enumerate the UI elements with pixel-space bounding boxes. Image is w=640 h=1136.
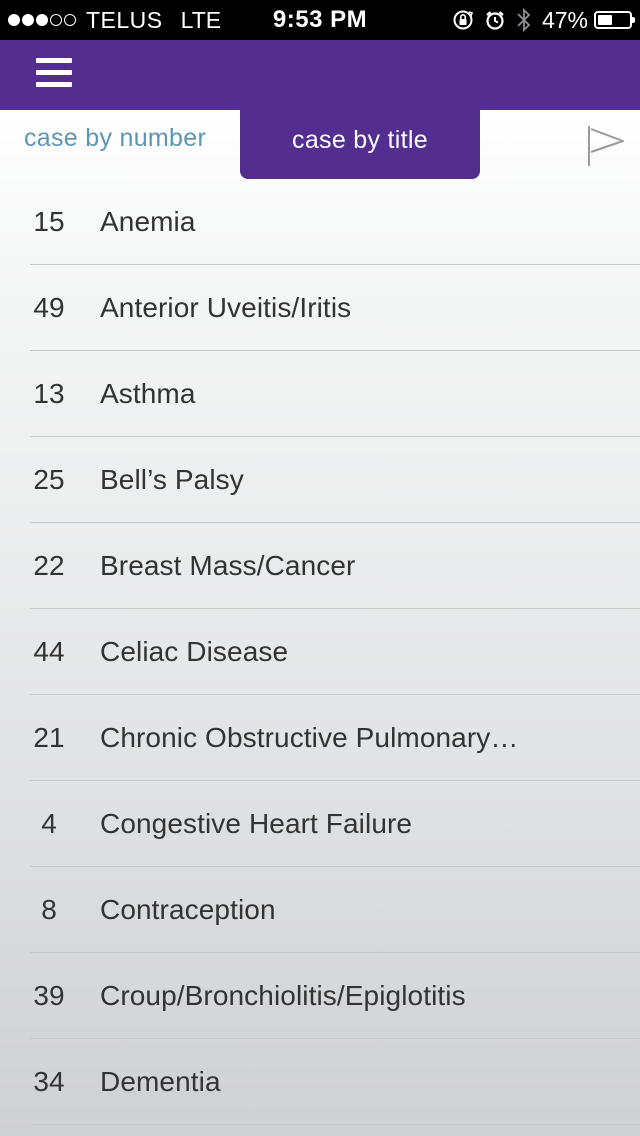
case-number-cell: 8	[0, 867, 100, 953]
case-title: Anemia	[100, 206, 196, 237]
case-number-cell: 21	[0, 695, 100, 781]
case-title: Dementia	[100, 1066, 221, 1097]
case-number-cell: 25	[0, 437, 100, 523]
case-number: 8	[41, 894, 57, 925]
case-number-cell: 22	[0, 523, 100, 609]
case-number-cell: 34	[0, 1039, 100, 1125]
case-title: Contraception	[100, 894, 276, 925]
case-list: 15 Anemia 49 Anterior Uveitis/Iritis 13 Asthm…	[0, 179, 640, 1125]
case-number-cell: 4	[0, 781, 100, 867]
main-content: case by number case by title 15 Anemia 49 A…	[0, 110, 640, 1136]
case-title: Celiac Disease	[100, 636, 289, 667]
flag-icon[interactable]	[584, 124, 628, 168]
case-list-item[interactable]: 21 Chronic Obstructive Pulmonary…	[0, 695, 640, 781]
case-number-cell: 44	[0, 609, 100, 695]
case-number-cell: 15	[0, 179, 100, 265]
status-bar-right: 47%	[452, 0, 635, 40]
alarm-icon	[484, 9, 506, 31]
case-list-item[interactable]: 39 Croup/Bronchiolitis/Epiglotitis	[0, 953, 640, 1039]
orientation-lock-icon	[452, 9, 474, 31]
case-number: 13	[33, 378, 65, 409]
case-list-item[interactable]: 22 Breast Mass/Cancer	[0, 523, 640, 609]
case-title: Congestive Heart Failure	[100, 808, 413, 839]
case-list-item[interactable]: 13 Asthma	[0, 351, 640, 437]
case-number: 4	[41, 808, 57, 839]
bluetooth-icon	[516, 7, 532, 33]
hamburger-menu-icon[interactable]	[36, 58, 74, 92]
case-list-item[interactable]: 8 Contraception	[0, 867, 640, 953]
menu-bar	[36, 58, 72, 63]
case-number: 22	[33, 550, 65, 581]
case-number: 34	[33, 1066, 65, 1097]
case-number: 44	[33, 636, 65, 667]
case-list-item[interactable]: 4 Congestive Heart Failure	[0, 781, 640, 867]
case-list-item[interactable]: 15 Anemia	[0, 179, 640, 265]
case-title: Bell’s Palsy	[100, 464, 244, 495]
case-title: Chronic Obstructive Pulmonary…	[100, 722, 519, 753]
status-bar: TELUS LTE 9:53 PM 47%	[0, 0, 640, 40]
case-title: Asthma	[100, 378, 196, 409]
case-number: 25	[33, 464, 65, 495]
case-number: 39	[33, 980, 65, 1011]
menu-bar	[36, 82, 72, 87]
case-number-cell: 49	[0, 265, 100, 351]
tab-case-by-title[interactable]: case by title	[240, 110, 480, 179]
case-list-item[interactable]: 25 Bell’s Palsy	[0, 437, 640, 523]
case-number-cell: 13	[0, 351, 100, 437]
case-list-item[interactable]: 49 Anterior Uveitis/Iritis	[0, 265, 640, 351]
case-title: Croup/Bronchiolitis/Epiglotitis	[100, 980, 466, 1011]
case-list-item[interactable]: 34 Dementia	[0, 1039, 640, 1125]
case-number: 15	[33, 206, 65, 237]
case-title: Anterior Uveitis/Iritis	[100, 292, 352, 323]
case-number: 49	[33, 292, 65, 323]
app-header	[0, 40, 640, 110]
menu-bar	[36, 70, 72, 75]
case-number-cell: 39	[0, 953, 100, 1039]
battery-icon	[594, 11, 635, 29]
case-list-item[interactable]: 44 Celiac Disease	[0, 609, 640, 695]
tab-case-by-number[interactable]: case by number	[24, 124, 206, 158]
battery-fill	[598, 15, 613, 25]
battery-percentage: 47%	[541, 6, 588, 33]
case-number: 21	[33, 722, 65, 753]
case-title: Breast Mass/Cancer	[100, 550, 356, 581]
